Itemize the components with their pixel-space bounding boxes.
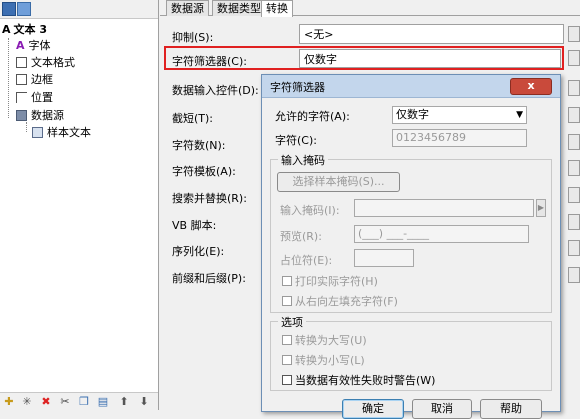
label-truncate: 截短(T): (172, 112, 214, 125)
delete-icon[interactable]: ✖ (40, 396, 52, 408)
paste-icon[interactable]: ▤ (97, 396, 109, 408)
ok-button[interactable]: 确定 (342, 399, 404, 419)
edit-button[interactable] (568, 134, 580, 150)
edit-button[interactable] (568, 267, 580, 283)
border-icon (16, 74, 27, 85)
preview-field: (___) ___-____ (354, 225, 529, 243)
dialog-titlebar: 字符筛选器 x (262, 75, 560, 98)
label-input-control: 数据输入控件(D): (172, 84, 259, 97)
label-char-template: 字符模板(A): (172, 165, 236, 178)
edit-button[interactable] (568, 50, 580, 66)
preview-label: 预览(R): (280, 230, 322, 243)
allowed-chars-value: 仅数字 (396, 108, 429, 121)
char-filter-dialog: 字符筛选器 x 允许的字符(A): 仅数字 ▼ 字符(C): 012345678… (261, 74, 561, 419)
expand-icon[interactable] (2, 2, 16, 16)
help-button[interactable]: 帮助 (480, 399, 542, 419)
tree-item-border[interactable]: 边框 (16, 72, 53, 88)
suppress-field[interactable]: <无> (299, 24, 564, 44)
move-down-icon[interactable]: ⬇ (138, 396, 150, 408)
chars-field[interactable]: 0123456789 (392, 129, 527, 147)
tree-item-font[interactable]: A 字体 (16, 38, 51, 54)
edit-button[interactable] (568, 80, 580, 96)
label-char-count: 字符数(N): (172, 139, 226, 152)
to-upper-checkbox[interactable] (282, 335, 292, 345)
label-search-replace: 搜索并替换(R): (172, 192, 247, 205)
edit-button[interactable] (568, 187, 580, 203)
edit-button[interactable] (568, 240, 580, 256)
text-format-icon (16, 57, 27, 68)
tree-panel: A 文本 3 A 字体 文本格式 边框 位置 数据源 样本文本 ✚ ✳ ✖ ✂ ❐ … (0, 0, 159, 411)
edit-button[interactable] (568, 107, 580, 123)
close-icon[interactable]: x (510, 78, 552, 95)
mask-arrow-button[interactable]: ▶ (536, 199, 546, 217)
edit-button[interactable] (568, 214, 580, 230)
tree-root[interactable]: A 文本 3 (2, 22, 47, 38)
label-vb-script: VB 脚本: (172, 219, 217, 232)
to-lower-option[interactable]: 转换为小写(L) (282, 352, 365, 368)
position-icon (16, 92, 27, 103)
fill-rtl-option[interactable]: 从右向左填充字符(F) (282, 293, 398, 309)
sample-text-icon (32, 127, 43, 138)
mask-label: 输入掩码(I): (280, 204, 340, 217)
warn-invalid-checkbox[interactable] (282, 375, 292, 385)
move-up-icon[interactable]: ⬆ (118, 396, 130, 408)
tab-data-source[interactable]: 数据源 (166, 0, 209, 16)
chevron-down-icon: ▼ (516, 110, 523, 120)
data-source-icon (16, 110, 27, 121)
tree-top-toolbar (0, 0, 158, 19)
add-icon[interactable]: ✚ (3, 396, 15, 408)
chars-label: 字符(C): (275, 134, 317, 147)
edit-button[interactable] (568, 160, 580, 176)
tree-bottom-toolbar: ✚ ✳ ✖ ✂ ❐ ▤ ⬆ ⬇ (0, 392, 158, 411)
tree-item-data-source[interactable]: 数据源 (16, 108, 64, 124)
allowed-chars-select[interactable]: 仅数字 ▼ (392, 106, 527, 124)
allowed-chars-label: 允许的字符(A): (275, 110, 350, 123)
print-literal-checkbox[interactable] (282, 276, 292, 286)
font-icon: A (16, 39, 25, 52)
tree-item-position[interactable]: 位置 (16, 90, 53, 106)
to-lower-checkbox[interactable] (282, 355, 292, 365)
tree-line (26, 122, 28, 132)
label-prefix-suffix: 前缀和后缀(P): (172, 272, 246, 285)
label-suppress: 抑制(S): (172, 31, 214, 44)
tab-data-type[interactable]: 数据类型 (212, 0, 266, 16)
placeholder-field[interactable] (354, 249, 414, 267)
cancel-button[interactable]: 取消 (412, 399, 472, 419)
tree-item-text-format[interactable]: 文本格式 (16, 55, 75, 71)
copy-icon[interactable]: ❐ (78, 396, 90, 408)
label-serialize: 序列化(E): (172, 245, 225, 258)
star-icon[interactable]: ✳ (21, 396, 33, 408)
collapse-icon[interactable] (17, 2, 31, 16)
dialog-title: 字符筛选器 (270, 81, 325, 94)
warn-invalid-option[interactable]: 当数据有效性失败时警告(W) (282, 372, 435, 388)
char-filter-highlight (164, 46, 564, 70)
print-literal-option[interactable]: 打印实际字符(H) (282, 273, 378, 289)
edit-button[interactable] (568, 26, 580, 42)
to-upper-option[interactable]: 转换为大写(U) (282, 332, 367, 348)
placeholder-label: 占位符(E): (280, 254, 333, 267)
tree-line (8, 38, 10, 118)
fill-rtl-checkbox[interactable] (282, 296, 292, 306)
tree-item-sample-text[interactable]: 样本文本 (32, 125, 91, 141)
tab-transform[interactable]: 转换 (261, 0, 293, 17)
text-object-icon: A (2, 23, 11, 36)
select-sample-mask-button[interactable]: 选择样本掩码(S)... (277, 172, 400, 192)
cut-icon[interactable]: ✂ (59, 396, 71, 408)
mask-field[interactable] (354, 199, 534, 217)
options-group-title: 选项 (278, 314, 306, 330)
mask-group-title: 输入掩码 (278, 152, 328, 168)
